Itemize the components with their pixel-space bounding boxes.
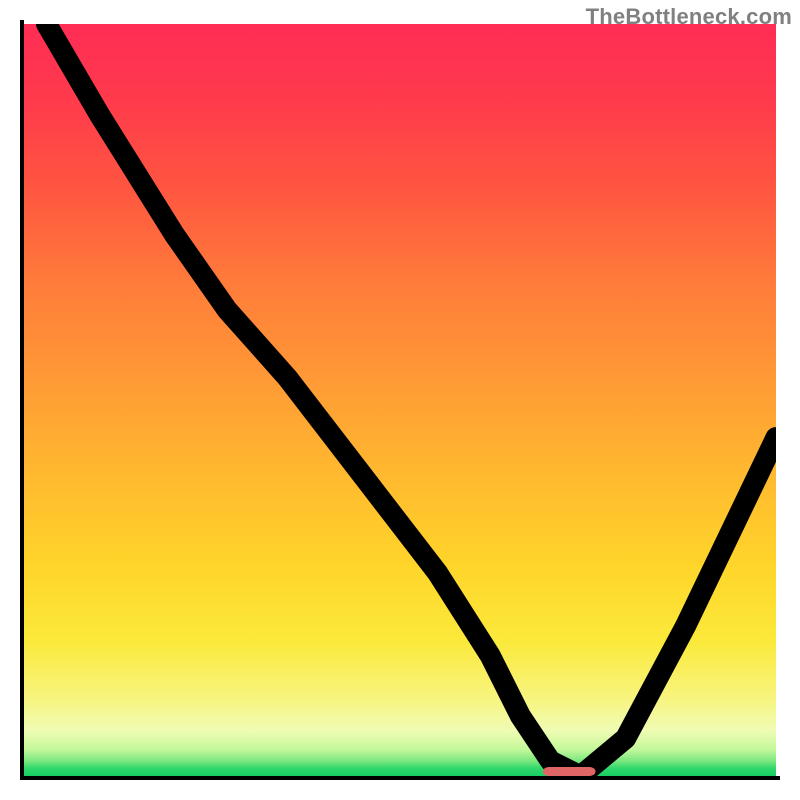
chart-container: TheBottleneck.com (0, 0, 800, 800)
bottleneck-curve (47, 24, 776, 776)
plot-area (20, 20, 780, 780)
optimal-marker (543, 767, 596, 776)
curve-svg (24, 24, 776, 776)
